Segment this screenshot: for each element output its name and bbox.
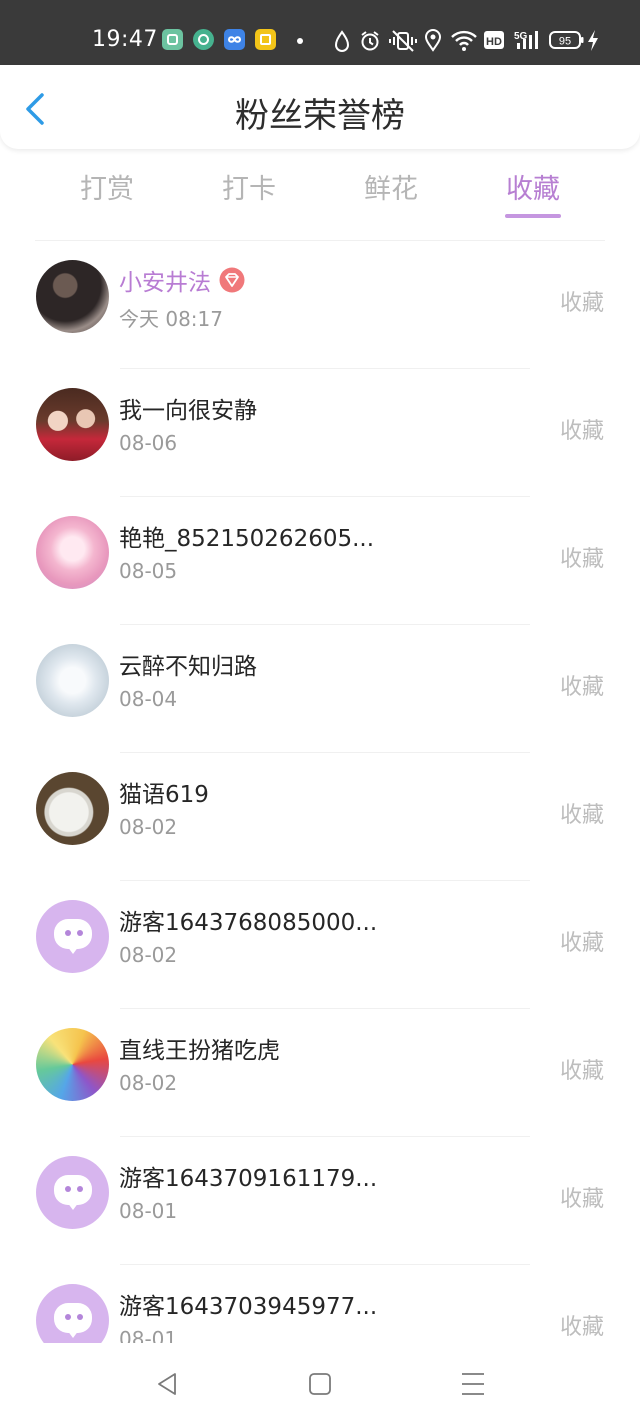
record-type-label: 收藏: [559, 419, 604, 444]
charging-icon: [588, 30, 598, 51]
user-name: 艳艳_852150262605...: [119, 526, 375, 552]
user-name: 直线王扮猪吃虎: [119, 1038, 280, 1064]
user-name-row: 小安井法: [119, 263, 245, 297]
app-notification-icon: [224, 29, 245, 50]
page-title: 粉丝荣誉榜: [235, 96, 405, 136]
water-drop-icon: [334, 30, 350, 52]
list-item[interactable]: 猫语619 08-02 收藏: [0, 753, 640, 881]
app-notification-icon: [193, 29, 214, 50]
tab-checkin[interactable]: 打卡: [189, 167, 309, 206]
avatar: [36, 772, 109, 845]
record-type-label: 收藏: [559, 1187, 604, 1212]
tab-favorites[interactable]: 收藏: [473, 167, 593, 206]
record-type-label: 收藏: [559, 1059, 604, 1084]
list-item[interactable]: 我一向很安静 08-06 收藏: [0, 369, 640, 497]
signal-icon: 5G: [514, 31, 538, 49]
battery-icon: 95: [549, 31, 584, 49]
app-notification-icon: [162, 29, 183, 50]
avatar: [36, 516, 109, 589]
status-bar: 19:47 HD 5G 95: [0, 0, 640, 65]
user-name: 游客1643703945977...: [119, 1294, 378, 1320]
svg-text:HD: HD: [486, 36, 502, 48]
tab-flowers[interactable]: 鲜花: [331, 167, 451, 206]
record-type-label: 收藏: [559, 547, 604, 572]
more-notifications-dot: [297, 38, 303, 44]
list-item[interactable]: 艳艳_852150262605... 08-05 收藏: [0, 497, 640, 625]
record-type-label: 收藏: [559, 931, 604, 956]
tab-reward[interactable]: 打赏: [47, 167, 167, 206]
user-name: 我一向很安静: [119, 398, 257, 424]
home-square-icon[interactable]: [305, 1369, 335, 1399]
list-item[interactable]: 游客1643709161179... 08-01 收藏: [0, 1137, 640, 1265]
system-navigation-bar: [0, 1343, 640, 1422]
record-type-label: 收藏: [559, 1315, 604, 1340]
guest-avatar-icon: [36, 1156, 109, 1229]
wifi-icon: [451, 30, 477, 51]
time-label: 08-02: [119, 943, 178, 967]
time-label: 08-02: [119, 815, 178, 839]
list-item[interactable]: 直线王扮猪吃虎 08-02 收藏: [0, 1009, 640, 1137]
user-name: 游客1643709161179...: [119, 1166, 378, 1192]
app-notification-icon: [255, 29, 276, 50]
vibrate-icon: [389, 30, 417, 52]
avatar: [36, 388, 109, 461]
list-item[interactable]: 小安井法 今天 08:17 收藏: [0, 241, 640, 369]
time-label: 今天 08:17: [119, 307, 223, 331]
list-item[interactable]: 云醉不知归路 08-04 收藏: [0, 625, 640, 753]
time-label: 08-01: [119, 1199, 178, 1223]
time-label: 08-05: [119, 559, 178, 583]
list-item[interactable]: 游客1643768085000... 08-02 收藏: [0, 881, 640, 1009]
alarm-icon: [361, 31, 379, 51]
user-name: 猫语619: [119, 782, 209, 808]
avatar: [36, 644, 109, 717]
status-time: 19:47: [92, 27, 158, 52]
menu-lines-icon[interactable]: [458, 1369, 488, 1399]
record-type-label: 收藏: [559, 291, 604, 316]
hd-icon: HD: [484, 31, 504, 49]
record-type-label: 收藏: [559, 803, 604, 828]
record-type-label: 收藏: [559, 675, 604, 700]
user-name: 云醉不知归路: [119, 654, 257, 680]
avatar: [36, 260, 109, 333]
active-tab-indicator: [505, 214, 561, 218]
location-icon: [424, 29, 442, 52]
time-label: 08-02: [119, 1071, 178, 1095]
guest-avatar-icon: [36, 900, 109, 973]
avatar: [36, 1028, 109, 1101]
user-name: 小安井法: [119, 270, 211, 296]
tab-bar: 打赏 打卡 鲜花 收藏: [0, 155, 640, 225]
back-triangle-icon[interactable]: [153, 1369, 183, 1399]
svg-text:95: 95: [559, 36, 571, 48]
user-name: 游客1643768085000...: [119, 910, 378, 936]
header-bar: 粉丝荣誉榜: [0, 65, 640, 149]
time-label: 08-04: [119, 687, 178, 711]
vip-diamond-badge-icon: [219, 267, 245, 293]
time-label: 08-06: [119, 431, 178, 455]
